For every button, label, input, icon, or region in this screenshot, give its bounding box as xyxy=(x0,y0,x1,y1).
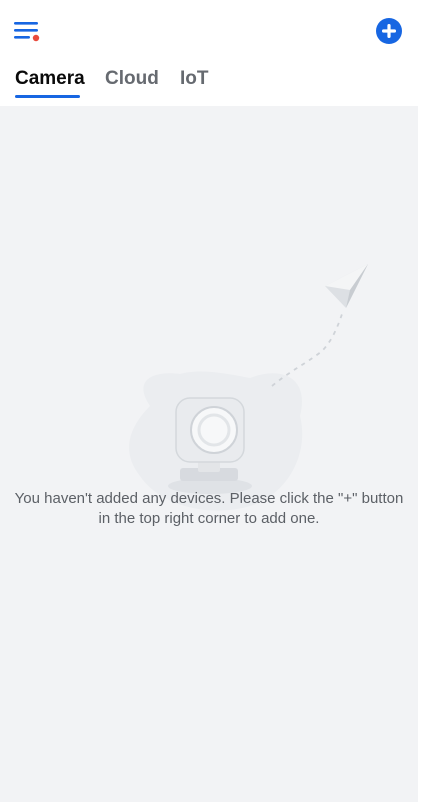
header: Camera Cloud IoT xyxy=(0,0,418,106)
tab-cloud[interactable]: Cloud xyxy=(105,68,159,90)
app-screen: Camera Cloud IoT You haven't added any d… xyxy=(0,0,418,802)
active-tab-indicator xyxy=(15,95,80,98)
menu-icon xyxy=(14,22,40,42)
right-edge xyxy=(418,0,422,802)
add-device-button[interactable] xyxy=(374,16,404,46)
tab-bar: Camera Cloud IoT xyxy=(0,64,418,104)
notification-dot xyxy=(32,34,40,42)
menu-button[interactable] xyxy=(12,18,42,44)
tab-camera[interactable]: Camera xyxy=(15,68,85,90)
add-circle-icon xyxy=(376,18,402,44)
empty-state-message: You haven't added any devices. Please cl… xyxy=(14,490,404,527)
tab-iot[interactable]: IoT xyxy=(180,68,209,90)
device-list-area: You haven't added any devices. Please cl… xyxy=(0,106,418,802)
